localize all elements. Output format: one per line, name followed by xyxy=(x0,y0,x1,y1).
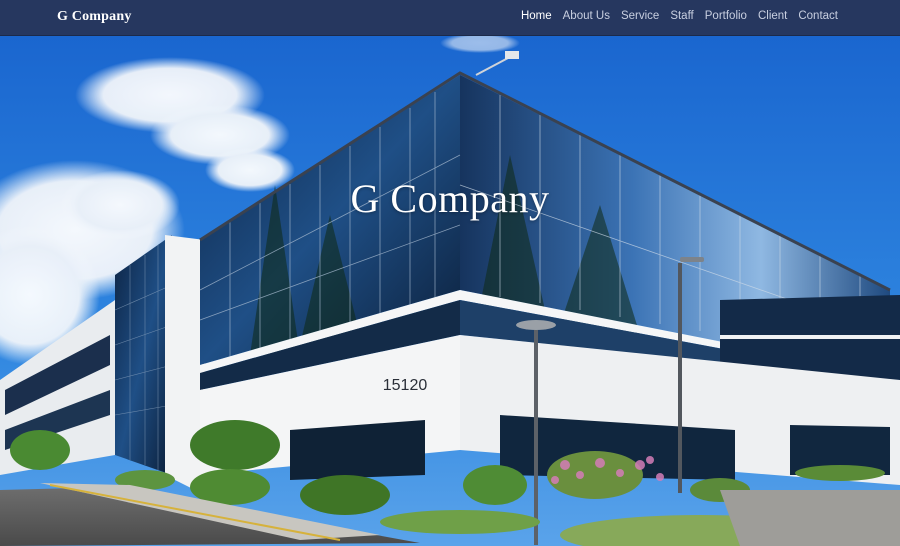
hero-title: G Company xyxy=(350,176,550,221)
hero-building-photo: 15120 xyxy=(0,35,900,546)
nav-item-about-us[interactable]: About Us xyxy=(563,10,610,22)
brand-logo-text[interactable]: G Company xyxy=(57,9,132,25)
nav-item-portfolio[interactable]: Portfolio xyxy=(705,10,747,22)
main-nav: Home About Us Service Staff Portfolio Cl… xyxy=(521,10,838,22)
nav-item-contact[interactable]: Contact xyxy=(798,10,838,22)
nav-item-home[interactable]: Home xyxy=(521,10,552,22)
building-number: 15120 xyxy=(383,377,428,394)
nav-item-client[interactable]: Client xyxy=(758,10,787,22)
hero-banner: 15120 G Company xyxy=(0,35,900,546)
nav-item-staff[interactable]: Staff xyxy=(670,10,693,22)
nav-item-service[interactable]: Service xyxy=(621,10,659,22)
top-navbar: G Company Home About Us Service Staff Po… xyxy=(0,0,900,36)
